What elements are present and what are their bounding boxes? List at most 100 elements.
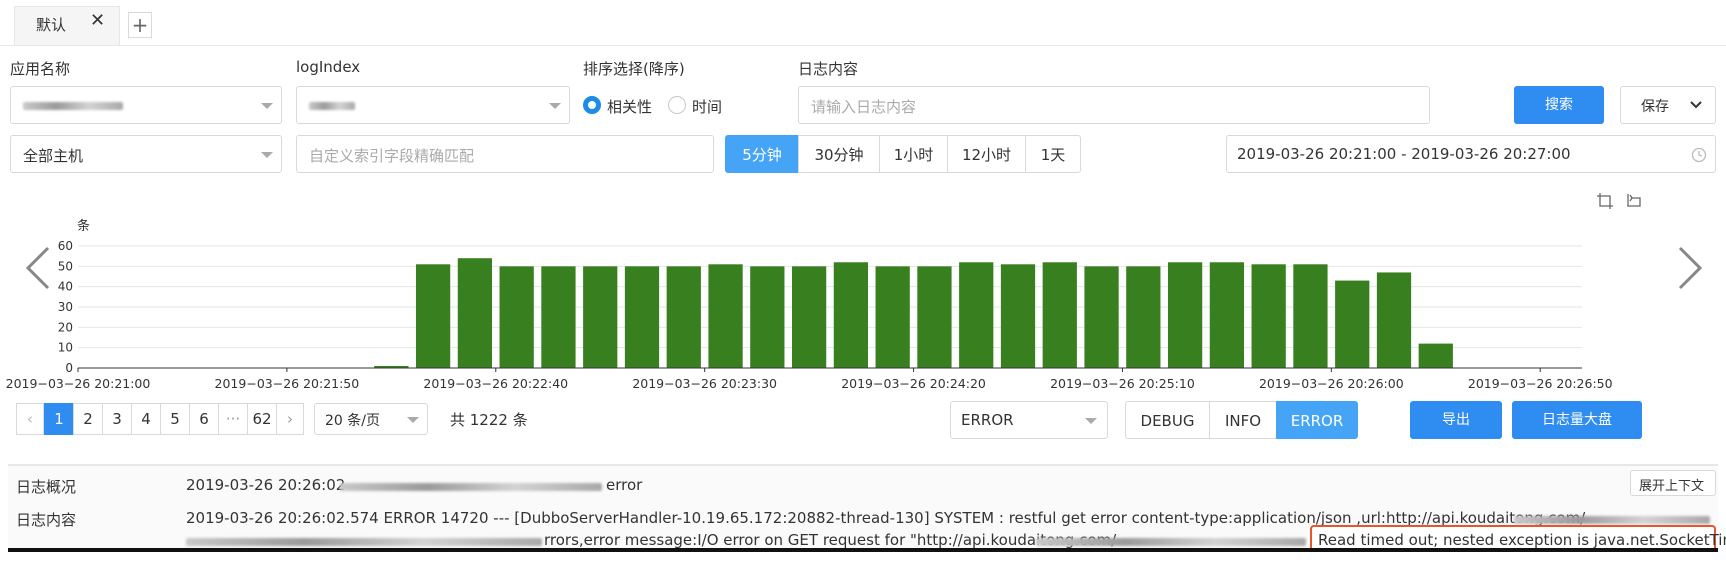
sort-label: 排序选择(降序) [583,60,685,78]
sort-time-radio[interactable] [668,96,686,114]
page-size-select[interactable]: 20 条/页 [314,403,428,435]
expand-context-button[interactable]: 展开上下文 [1630,470,1716,496]
search-button[interactable]: 搜索 [1514,86,1604,124]
tab-divider [0,45,1726,46]
custom-index-placeholder: 自定义索引字段精确匹配 [309,147,475,165]
total-count: 共 1222 条 [450,411,528,429]
page-ellipsis[interactable]: ··· [218,403,248,435]
redacted-app-name [23,102,123,110]
prev-page-button[interactable]: ‹ [16,403,44,435]
page-6-button[interactable]: 6 [189,403,219,435]
host-select[interactable]: 全部主机 [10,135,282,173]
bar [666,266,701,368]
page-2-button[interactable]: 2 [73,403,103,435]
level-info[interactable]: INFO [1209,401,1277,439]
page-3-button[interactable]: 3 [102,403,132,435]
chevron-down-icon [407,417,419,423]
time-range-30min[interactable]: 30分钟 [798,135,880,173]
x-tick-label: 2019−03−26 20:26:50 [1468,376,1613,391]
bar [1418,343,1453,368]
y-tick-label: 20 [58,320,73,334]
next-page-button[interactable]: › [276,403,304,435]
log-content-placeholder: 请输入日志内容 [811,98,917,116]
app-name-select[interactable] [10,86,282,124]
redacted-summary-path [340,483,602,491]
sort-time-label: 时间 [692,98,723,116]
bar [959,262,994,368]
bar [1376,272,1412,368]
export-button[interactable]: 导出 [1410,401,1502,439]
log-content-input[interactable]: 请输入日志内容 [798,86,1430,124]
bar [791,266,827,368]
chevron-down-icon [261,152,273,158]
save-button[interactable]: 保存 [1620,86,1716,124]
time-range-1h[interactable]: 1小时 [879,135,948,173]
page-62-button[interactable]: 62 [247,403,277,435]
sort-relevance-radio[interactable] [583,96,601,114]
bar [583,266,618,368]
chevron-down-icon [1690,101,1702,109]
bar [1167,262,1203,368]
x-tick-label: 2019−03−26 20:23:30 [632,376,777,391]
sort-relevance-label: 相关性 [607,98,653,116]
x-tick-label: 2019−03−26 20:25:10 [1050,376,1195,391]
bar [457,258,493,368]
bar [1335,280,1370,368]
expand-context-label: 展开上下文 [1639,479,1705,494]
y-tick-label: 40 [58,280,73,294]
level-error[interactable]: ERROR [1276,401,1358,439]
add-tab-button[interactable]: + [128,12,152,38]
tab-default-label: 默认 [36,16,67,34]
logindex-label: logIndex [296,58,361,76]
page-list: 1 2 3 4 5 6 ··· 62 › [44,403,314,435]
bar [875,266,910,368]
y-tick-label: 30 [58,300,73,314]
bar [708,264,743,368]
y-tick-label: 10 [58,341,73,355]
y-tick-label: 0 [65,361,73,375]
time-range-5min[interactable]: 5分钟 [725,135,799,173]
x-tick-label: 2019−03−26 20:26:00 [1259,376,1404,391]
bar [750,266,785,368]
redacted-url-tail [1514,516,1710,524]
bar [1000,264,1036,368]
bar [499,266,534,368]
bar [1293,264,1328,368]
x-tick-label: 2019−03−26 20:21:50 [215,376,360,391]
custom-index-input[interactable]: 自定义索引字段精确匹配 [296,135,714,173]
page-4-button[interactable]: 4 [131,403,161,435]
bottom-gap [0,550,1726,566]
chevron-down-icon [549,103,561,109]
log-summary-time: 2019-03-26 20:26:02 [186,476,346,494]
redacted-line-2-start [186,538,542,546]
bar [624,266,660,368]
log-count-bar-chart: 条 0 10 20 30 40 50 60 2019−03−26 20:21:00 2019−03… [6,218,1613,391]
page-5-button[interactable]: 5 [160,403,190,435]
chevron-down-icon [261,103,273,109]
x-tick-label: 2019−03−26 20:24:20 [841,376,986,391]
bar [1126,266,1161,368]
level-debug[interactable]: DEBUG [1125,401,1210,439]
bar [833,262,869,368]
scrollbar-edge [8,548,1718,552]
time-range-1d[interactable]: 1天 [1025,135,1081,173]
close-icon[interactable]: ✕ [90,10,105,31]
highlighted-exception-text: Read timed out; nested exception is java… [1318,531,1726,549]
clock-icon [1691,147,1707,163]
page-1-button[interactable]: 1 [44,403,74,435]
log-content-label: 日志内容 [798,60,859,78]
tab-bar [0,0,1726,46]
log-summary-level: error [606,476,643,494]
logindex-select[interactable] [296,86,570,124]
datetime-range-value: 2019-03-26 20:21:00 - 2019-03-26 20:27:0… [1237,145,1571,163]
y-tick-label: 60 [58,239,73,253]
level-select[interactable]: ERROR [950,401,1108,439]
y-axis-label: 条 [77,218,90,234]
level-select-value: ERROR [961,411,1014,429]
datetime-range-picker[interactable]: 2019-03-26 20:21:00 - 2019-03-26 20:27:0… [1226,135,1716,173]
log-dashboard-button[interactable]: 日志量大盘 [1512,401,1642,439]
log-content-line-2: rrors,error message:I/O error on GET req… [544,531,1117,549]
redacted-logindex [309,102,355,110]
app-name-label: 应用名称 [10,60,71,78]
time-range-12h[interactable]: 12小时 [947,135,1026,173]
